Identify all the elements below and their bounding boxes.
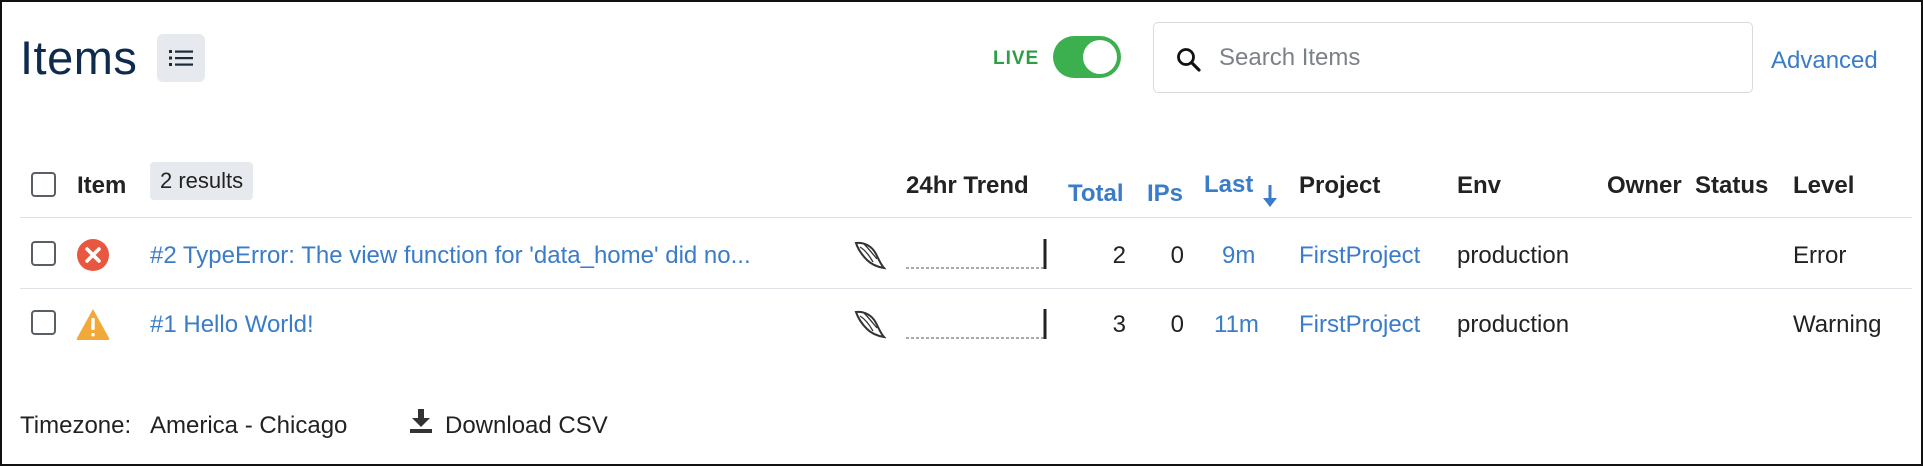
- sort-descending-icon: [1263, 185, 1277, 207]
- flask-icon: [854, 310, 886, 339]
- search-input[interactable]: [1219, 37, 1739, 79]
- column-project: Project: [1299, 172, 1381, 199]
- download-icon: [410, 409, 432, 433]
- total-count: 2: [1112, 242, 1126, 269]
- search-icon: [1177, 48, 1201, 72]
- level-value: Error: [1793, 242, 1847, 269]
- search-box[interactable]: [1153, 22, 1753, 93]
- item-title-link[interactable]: #1 Hello World!: [150, 311, 314, 339]
- ips-count: 0: [1170, 242, 1184, 269]
- column-item: Item: [77, 172, 127, 199]
- project-link[interactable]: FirstProject: [1299, 242, 1420, 270]
- row-checkbox[interactable]: [31, 241, 56, 266]
- page-title: Items: [20, 31, 138, 84]
- column-ips[interactable]: IPs: [1147, 180, 1183, 208]
- column-last[interactable]: Last: [1204, 171, 1253, 199]
- items-page: Items LIVE Advanced Item 2 results 24hr …: [0, 0, 1923, 466]
- results-count-badge: 2 results: [150, 162, 254, 200]
- ips-count: 0: [1170, 311, 1184, 338]
- trend-sparkline: [906, 306, 1048, 340]
- list-icon: [169, 50, 193, 66]
- trend-sparkline: [906, 236, 1048, 270]
- project-link[interactable]: FirstProject: [1299, 311, 1420, 339]
- last-seen-link[interactable]: 9m: [1222, 242, 1255, 270]
- column-level: Level: [1793, 172, 1855, 199]
- download-csv-link[interactable]: Download CSV: [445, 412, 608, 440]
- last-seen-link[interactable]: 11m: [1214, 311, 1259, 339]
- warning-icon: [76, 309, 110, 340]
- select-all-checkbox[interactable]: [31, 172, 56, 197]
- timezone-link[interactable]: America - Chicago: [150, 412, 347, 440]
- advanced-search-link[interactable]: Advanced: [1771, 47, 1878, 75]
- live-toggle[interactable]: [1053, 36, 1121, 78]
- flask-icon: [854, 241, 886, 270]
- level-value: Warning: [1793, 311, 1882, 338]
- column-24hr-trend: 24hr Trend: [906, 172, 1029, 199]
- item-title-link[interactable]: #2 TypeError: The view function for 'dat…: [150, 242, 751, 270]
- table-row: #1 Hello World! 3 0 11m FirstProject pro…: [2, 289, 1921, 359]
- timezone-label: Timezone:: [20, 412, 132, 439]
- error-x-icon: [77, 239, 109, 271]
- live-label: LIVE: [993, 48, 1040, 69]
- row-checkbox[interactable]: [31, 310, 56, 335]
- env-value: production: [1457, 242, 1570, 269]
- column-env: Env: [1457, 172, 1502, 199]
- column-owner: Owner: [1607, 172, 1682, 199]
- list-view-button[interactable]: [157, 34, 205, 82]
- column-total[interactable]: Total: [1068, 180, 1124, 208]
- env-value: production: [1457, 311, 1570, 338]
- column-status: Status: [1695, 172, 1769, 199]
- total-count: 3: [1112, 311, 1126, 338]
- table-row: #2 TypeError: The view function for 'dat…: [2, 218, 1921, 288]
